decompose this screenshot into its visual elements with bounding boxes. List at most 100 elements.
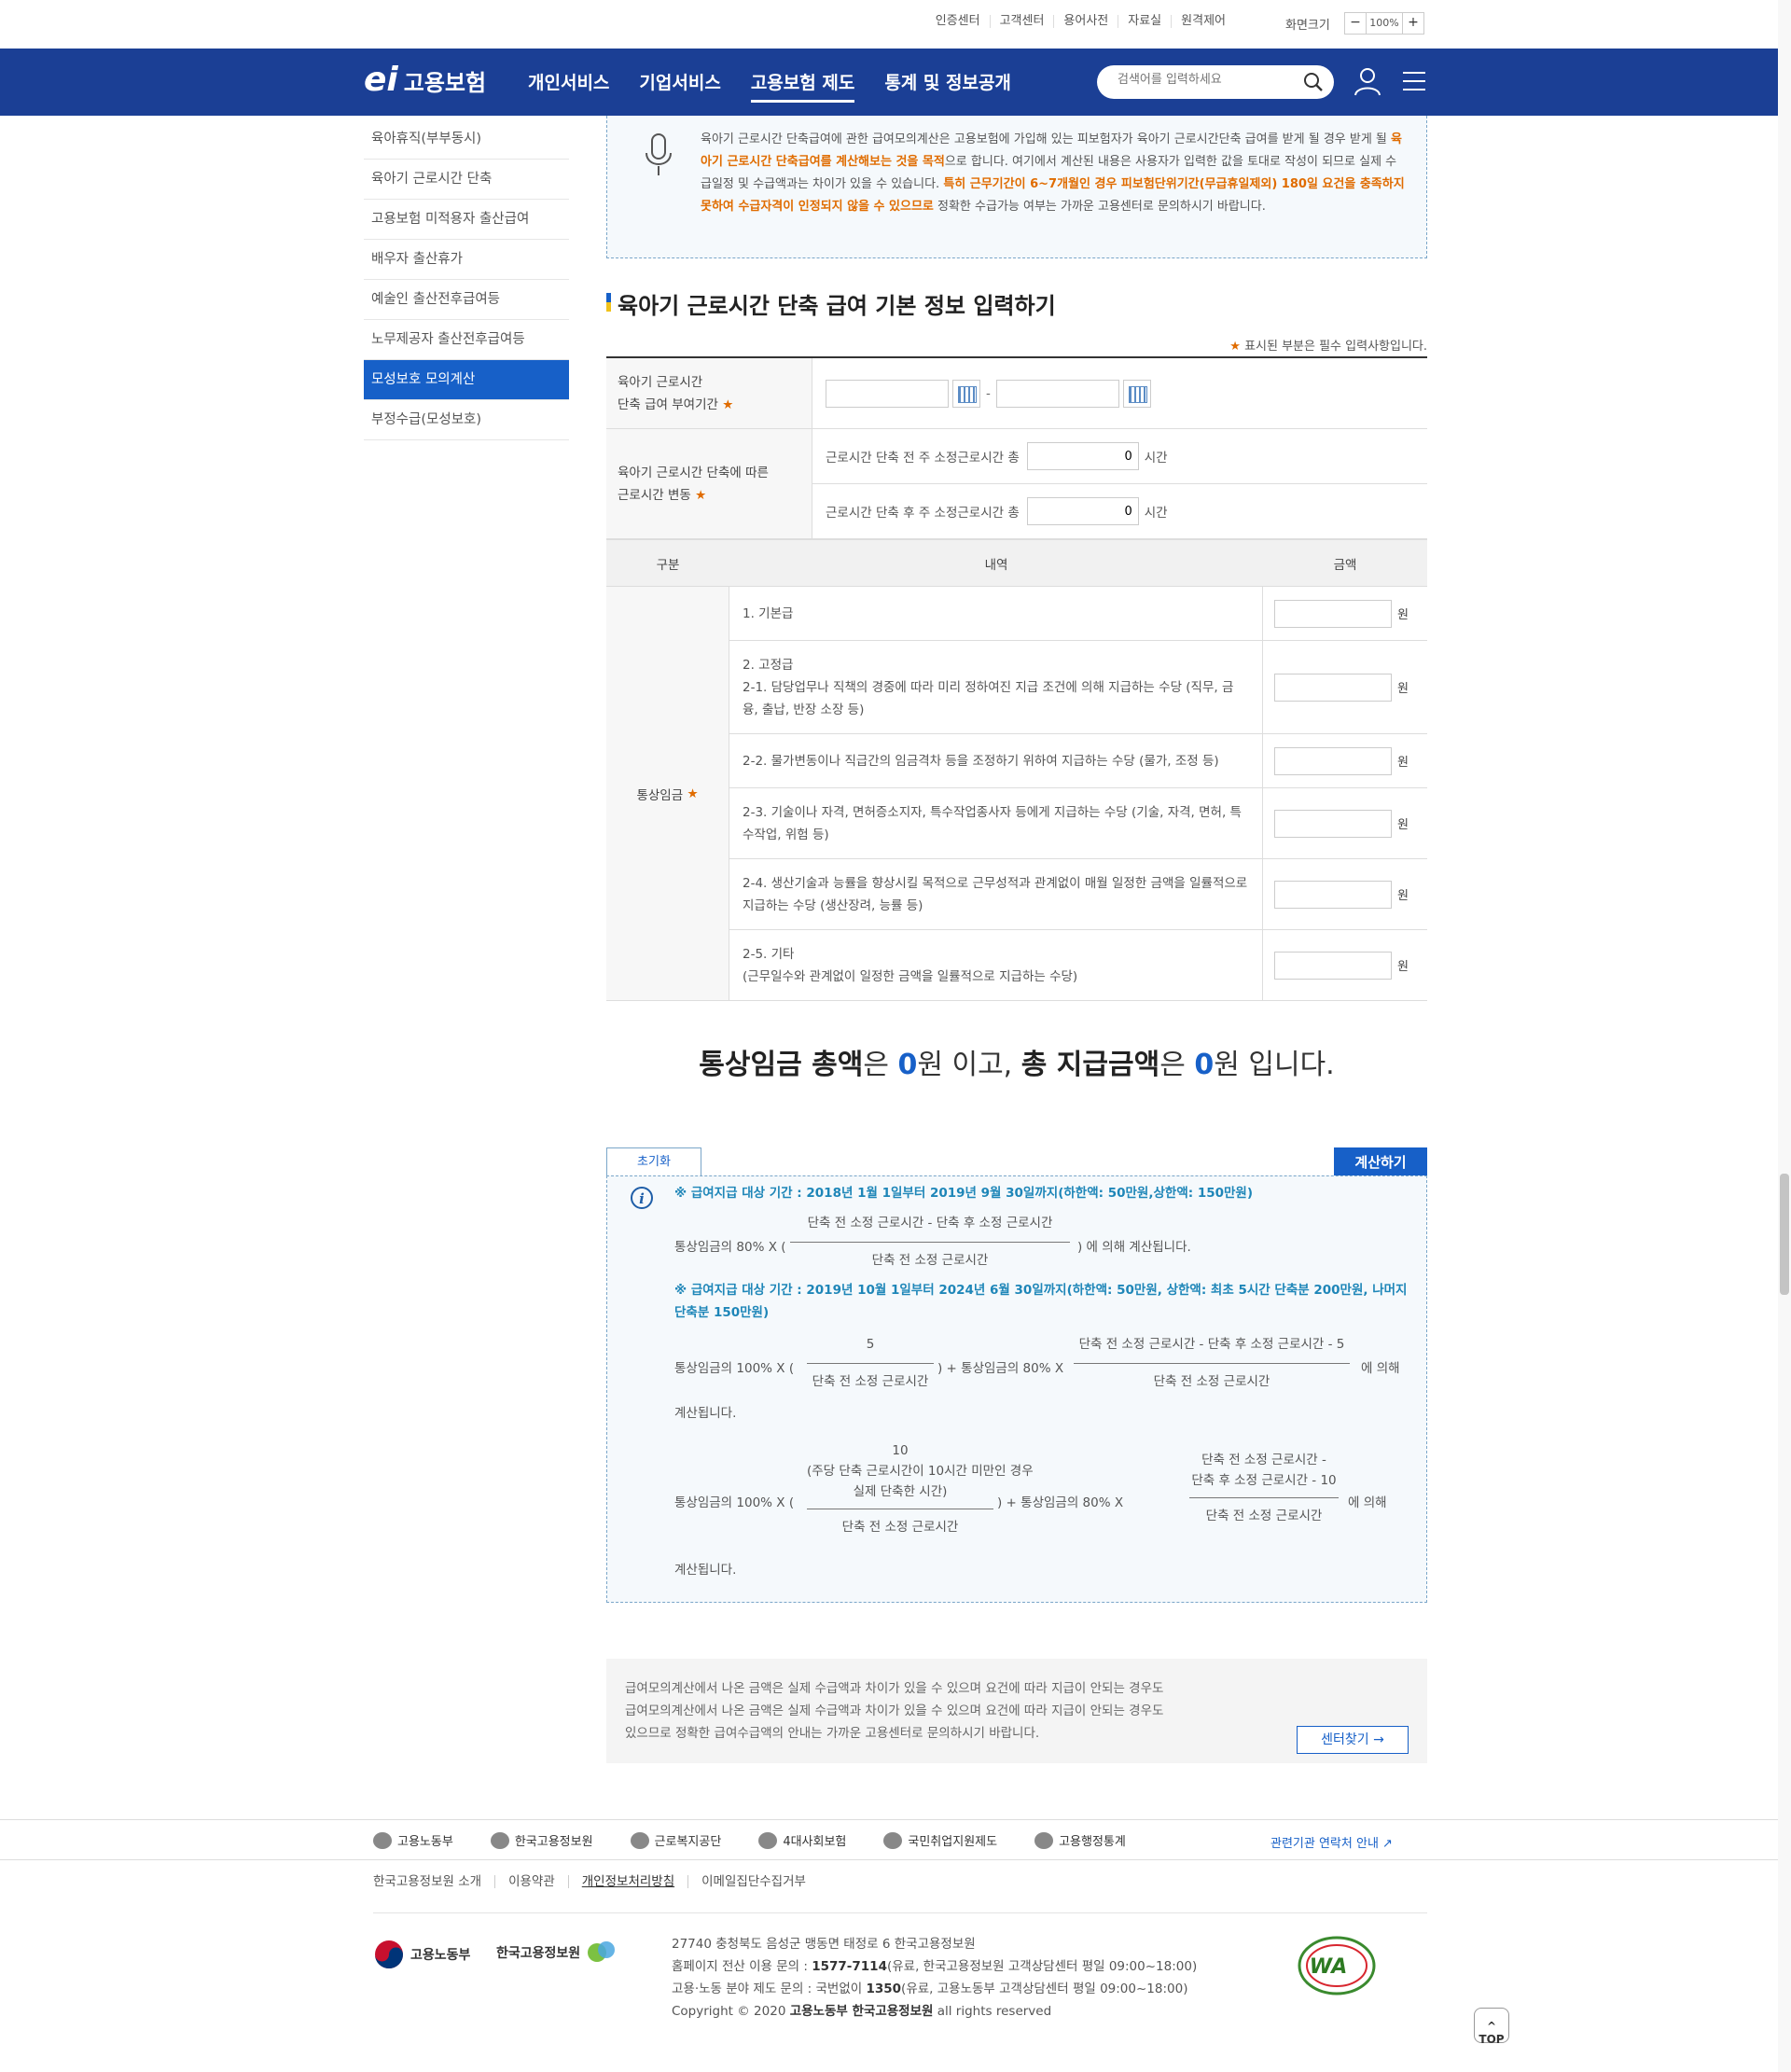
formula-box: i ※ 급여지급 대상 기간 : 2018년 1월 1일부터 2019년 9월 … [606, 1175, 1427, 1603]
search-icon[interactable] [1302, 71, 1325, 93]
util-link-customer[interactable]: 고객센터 [989, 15, 1054, 28]
user-icon[interactable] [1351, 64, 1384, 98]
site-logo[interactable]: ei 고용보험 [364, 62, 486, 99]
footer-link-email[interactable]: 이메일집단수집거부 [687, 1875, 819, 1888]
footer-links: 한국고용정보원 소개 이용약관 개인정보처리방침 이메일집단수집거부 [373, 1875, 819, 1888]
side-nav-item[interactable]: 부정수급(모성보호) [364, 400, 569, 440]
amount-input-basic[interactable] [1274, 599, 1392, 628]
zoom-out-button[interactable]: − [1345, 13, 1366, 34]
reset-button[interactable]: 초기화 [606, 1147, 701, 1175]
logo-text: 고용보험 [403, 69, 487, 96]
side-nav-item[interactable]: 육아휴직(부부동시) [364, 119, 569, 160]
moel-logo-icon [373, 1831, 392, 1849]
period-end-input[interactable] [995, 379, 1119, 408]
external-link-icon: ↗ [1382, 1837, 1393, 1851]
nav-statistics[interactable]: 통계 및 정보공개 [884, 69, 1011, 103]
side-nav-item[interactable]: 육아기 근로시간 단축 [364, 160, 569, 200]
side-nav-item[interactable]: 노무제공자 출산전후급여등 [364, 320, 569, 360]
side-nav-item[interactable]: 예술인 출산전후급여등 [364, 280, 569, 320]
amount-input-2-1[interactable] [1274, 673, 1392, 702]
calculate-button[interactable]: 계산하기 [1334, 1147, 1427, 1175]
after-hours-input[interactable] [1026, 497, 1139, 525]
after-hours-label: 근로시간 단축 후 주 소정근로시간 총 [826, 506, 1020, 521]
zoom-label: 화면크기 [1285, 19, 1330, 33]
svg-text:i: i [639, 1190, 645, 1207]
total-wage-value: 0 [897, 1049, 918, 1081]
family-site-4insure[interactable]: 4대사회보험 [758, 1831, 846, 1849]
footer-link-privacy[interactable]: 개인정보처리방침 [567, 1875, 687, 1888]
search-input[interactable] [1118, 73, 1295, 87]
family-site-keis[interactable]: 한국고용정보원 [490, 1831, 593, 1849]
footer-link-about[interactable]: 한국고용정보원 소개 [373, 1875, 494, 1888]
table-row: 2-4. 생산기술과 능률을 향상시킬 목적으로 근무성적과 관계없이 매월 일… [729, 859, 1427, 930]
period-start-input[interactable] [826, 379, 949, 408]
family-site-comwel[interactable]: 근로복지공단 [630, 1831, 721, 1849]
utility-links: 인증센터 고객센터 용어사전 자료실 원격제어 [926, 15, 1235, 28]
utility-bar: 인증센터 고객센터 용어사전 자료실 원격제어 화면크기 − 100% + [0, 0, 1791, 49]
amount-input-2-5[interactable] [1274, 951, 1392, 980]
wage-table-header: 구분 내역 금액 [606, 540, 1427, 587]
calendar-icon[interactable] [952, 379, 980, 408]
table-row: 2-5. 기타 (근무일수와 관계없이 일정한 금액을 일률적으로 지급하는 수당… [729, 930, 1427, 1001]
calendar-icon[interactable] [1122, 379, 1151, 408]
amount-input-2-4[interactable] [1274, 880, 1392, 909]
keis-leaf-icon [588, 1941, 616, 1962]
family-site-moel[interactable]: 고용노동부 [373, 1831, 453, 1849]
util-link-remote[interactable]: 원격제어 [1171, 15, 1235, 28]
comwel-logo-icon [630, 1831, 649, 1849]
scrollbar-thumb[interactable] [1780, 1174, 1789, 1295]
side-nav: 육아휴직(부부동시) 육아기 근로시간 단축 고용보험 미적용자 출산급여 배우… [364, 119, 569, 440]
4insure-logo-icon [758, 1831, 778, 1849]
total-summary: 통상임금 총액은 0원 이고, 총 지급금액은 0원 입니다. [699, 1049, 1335, 1081]
family-site-eis[interactable]: 고용행정통계 [1034, 1831, 1126, 1849]
section-title: 육아기 근로시간 단축 급여 기본 정보 입력하기 [606, 287, 1056, 320]
main-nav: 개인서비스 기업서비스 고용보험 제도 통계 및 정보공개 [528, 69, 1011, 103]
side-nav-item[interactable]: 배우자 출산휴가 [364, 240, 569, 280]
hours-change-label: 육아기 근로시간 단축에 따른 근로시간 변동 ★ [606, 429, 812, 538]
wage-table: 구분 내역 금액 통상임금 ★ 1. 기본급 원 2. 고정급 2-1. 담당업무… [606, 539, 1427, 1001]
menu-icon[interactable] [1397, 64, 1431, 98]
hours-change-row: 육아기 근로시간 단축에 따른 근로시간 변동 ★ 근로시간 단축 전 주 소정근… [606, 429, 1427, 539]
before-hours-input[interactable] [1026, 442, 1139, 470]
footer-address: 27740 충청북도 음성군 맹동면 태정로 6 한국고용정보원 홈페이지 전산… [672, 1937, 1198, 2019]
footer-link-terms[interactable]: 이용약관 [494, 1875, 568, 1888]
moel-footer-logo: 고용노동부 [373, 1939, 470, 1970]
side-nav-item[interactable]: 고용보험 미적용자 출산급여 [364, 200, 569, 240]
required-notice: ★ 표시된 부분은 필수 입력사항입니다. [1229, 340, 1427, 354]
bottom-notice: 급여모의계산에서 나온 금액은 실제 수급액과 차이가 있을 수 있으며 요건에… [606, 1659, 1427, 1763]
calc-actions: 초기화 계산하기 [606, 1147, 1427, 1175]
related-contacts-link[interactable]: 관련기관 연락처 안내 ↗ [1270, 1833, 1393, 1851]
zoom-control: − 100% + [1344, 12, 1424, 35]
before-hours-label: 근로시간 단축 전 주 소정근로시간 총 [826, 451, 1020, 466]
family-sites: 고용노동부 한국고용정보원 근로복지공단 4대사회보험 국민취업지원제도 고용행… [0, 1819, 1791, 1860]
amount-input-2-2[interactable] [1274, 746, 1392, 775]
util-link-cert[interactable]: 인증센터 [926, 15, 990, 28]
find-center-button[interactable]: 센터찾기 → [1297, 1726, 1409, 1754]
table-row: 1. 기본급 원 [729, 587, 1427, 641]
microphone-icon [646, 133, 672, 175]
svg-text:WA: WA [1310, 1955, 1348, 1979]
util-link-library[interactable]: 자료실 [1118, 15, 1171, 28]
zoom-value: 100% [1366, 13, 1403, 34]
table-row: 2-2. 물가변동이나 직급간의 임금격차 등을 조정하기 위하여 지급하는 수… [729, 734, 1427, 788]
keis-footer-logo: 한국고용정보원 [496, 1939, 618, 1967]
scroll-top-button[interactable]: ^ TOP [1474, 2008, 1509, 2046]
formula-period-2: ※ 급여지급 대상 기간 : 2019년 10월 1일부터 2024년 6월 3… [674, 1283, 1408, 1298]
global-header: ei 고용보험 개인서비스 기업서비스 고용보험 제도 통계 및 정보공개 [0, 49, 1791, 116]
nav-personal[interactable]: 개인서비스 [528, 69, 609, 103]
util-link-glossary[interactable]: 용어사전 [1053, 15, 1118, 28]
nav-business[interactable]: 기업서비스 [639, 69, 720, 103]
table-row: 2. 고정급 2-1. 담당업무나 직책의 경중에 따라 미리 정하여진 지급 조… [729, 641, 1427, 734]
family-site-kua[interactable]: 국민취업지원제도 [883, 1831, 997, 1849]
nav-insurance-system[interactable]: 고용보험 제도 [750, 69, 855, 103]
chevron-up-icon: ^ [1486, 2020, 1497, 2033]
side-nav-item-active[interactable]: 모성보호 모의계산 [364, 360, 569, 400]
logo-mark-icon: ei [364, 61, 398, 99]
taegeuk-icon [375, 1940, 403, 1968]
notice-text: 육아기 근로시간 단축급여에 관한 급여모의계산은 고용보험에 가입해 있는 피… [701, 132, 1405, 214]
wa-certification-mark: WA [1298, 1936, 1376, 1996]
amount-input-2-3[interactable] [1274, 809, 1392, 838]
zoom-in-button[interactable]: + [1403, 13, 1423, 34]
period-row: 육아기 근로시간 단축 급여 부여기간 ★ - [606, 358, 1427, 429]
scrollbar[interactable] [1778, 0, 1791, 2072]
